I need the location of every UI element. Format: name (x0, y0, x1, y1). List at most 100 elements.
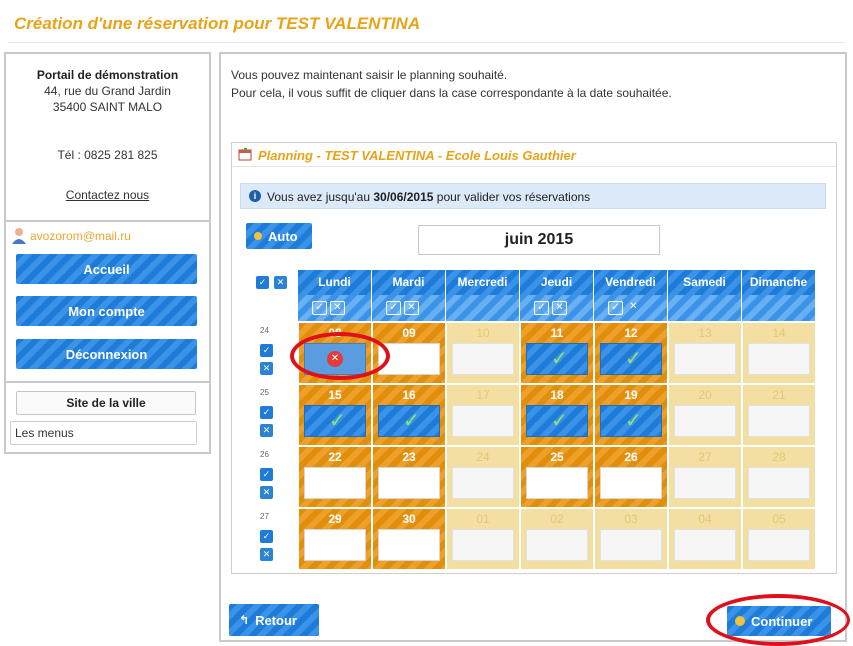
day-column-controls-2 (446, 295, 520, 321)
continue-dot-icon (735, 616, 745, 626)
week-controls: 25 ✓ ✕ (246, 384, 298, 446)
week-number: 27 (260, 512, 269, 521)
calendar-icon (238, 148, 252, 161)
day-cell: 22 (298, 446, 372, 508)
auto-button[interactable]: Auto (246, 223, 312, 249)
reservation-slot[interactable] (378, 467, 440, 499)
planning-title: Planning - TEST VALENTINA - Ecole Louis … (258, 148, 576, 163)
reservation-slot[interactable]: ✓ (526, 405, 588, 437)
day-cell: 26 (594, 446, 668, 508)
day-column-controls-6 (742, 295, 816, 321)
day-cell: 25 (520, 446, 594, 508)
day-number: 29 (328, 512, 342, 526)
week-controls: 27 ✓ ✕ (246, 508, 298, 570)
info-prefix: Vous avez jusqu'au (267, 190, 374, 204)
reserved-check-icon: ✓ (625, 348, 642, 370)
cancelled-x-icon: ✕ (327, 351, 343, 367)
day-header-6: Dimanche (742, 270, 816, 295)
portal-phone: Tél : 0825 281 825 (57, 148, 158, 162)
menus-link[interactable]: Les menus (10, 421, 197, 445)
week-controls: 26 ✓ ✕ (246, 446, 298, 508)
unavailable-slot (674, 405, 736, 437)
week-number: 24 (260, 326, 269, 335)
column-deselect-icon[interactable]: ✕ (404, 301, 419, 315)
reservation-slot[interactable] (378, 343, 440, 375)
reservation-slot[interactable] (378, 529, 440, 561)
column-select-icon[interactable]: ✓ (386, 301, 401, 315)
reservation-slot[interactable]: ✓ (304, 405, 366, 437)
reservation-slot[interactable]: ✓ (526, 343, 588, 375)
week-deselect-icon[interactable]: ✕ (260, 424, 273, 437)
week-deselect-icon[interactable]: ✕ (260, 362, 273, 375)
day-cell: 30 (372, 508, 446, 570)
day-cell: 23 (372, 446, 446, 508)
mon-compte-button[interactable]: Mon compte (16, 296, 197, 326)
week-deselect-icon[interactable]: ✕ (260, 486, 273, 499)
day-cell: 09 (372, 322, 446, 384)
week-select-icon[interactable]: ✓ (260, 468, 273, 481)
day-cell: 27 (668, 446, 742, 508)
day-number: 19 (624, 388, 638, 402)
reserved-check-icon: ✓ (403, 410, 420, 432)
accueil-button[interactable]: Accueil (16, 254, 197, 284)
reservation-slot[interactable]: ✓ (378, 405, 440, 437)
reservation-slot[interactable]: ✕ (304, 343, 366, 375)
reservation-slot[interactable] (304, 529, 366, 561)
reserved-check-icon: ✓ (551, 410, 568, 432)
auto-label: Auto (268, 228, 298, 244)
day-cell: 24 (446, 446, 520, 508)
column-deselect-icon[interactable]: ✕ (552, 301, 567, 315)
select-all-check-icon[interactable]: ✓ (256, 276, 269, 289)
day-cell: 01 (446, 508, 520, 570)
week-select-icon[interactable]: ✓ (260, 344, 273, 357)
day-header-1: Mardi (372, 270, 446, 295)
contact-link[interactable]: Contactez nous (6, 188, 209, 202)
day-column-controls-3: ✓ ✕ (520, 295, 594, 321)
day-number: 18 (550, 388, 564, 402)
unavailable-slot (748, 467, 810, 499)
continuer-label: Continuer (751, 613, 813, 629)
reservation-slot[interactable] (526, 467, 588, 499)
day-cell: 05 (742, 508, 816, 570)
day-number: 27 (698, 450, 712, 464)
column-select-icon[interactable]: ✓ (312, 301, 327, 315)
day-cell: 19 ✓ (594, 384, 668, 446)
reservation-slot[interactable] (600, 467, 662, 499)
external-links: Site de la ville Les menus (6, 381, 209, 452)
reservation-slot[interactable]: ✓ (600, 343, 662, 375)
unavailable-slot (526, 529, 588, 561)
week-deselect-icon[interactable]: ✕ (260, 548, 273, 561)
unavailable-slot (452, 467, 514, 499)
unavailable-slot (452, 529, 514, 561)
day-number: 11 (550, 326, 564, 340)
week-select-icon[interactable]: ✓ (260, 530, 273, 543)
column-deselect-icon[interactable]: ✕ (330, 301, 345, 315)
retour-button[interactable]: ↰ Retour (229, 604, 319, 636)
day-number: 23 (402, 450, 416, 464)
user-avatar-icon (12, 228, 26, 244)
day-cell: 12 ✓ (594, 322, 668, 384)
unavailable-slot (452, 405, 514, 437)
select-all-controls: ✓ ✕ (246, 270, 298, 322)
day-cell: 10 (446, 322, 520, 384)
user-row: avozorom@mail.ru (8, 226, 207, 246)
continuer-button[interactable]: Continuer (727, 606, 831, 636)
day-cell: 16 ✓ (372, 384, 446, 446)
day-number: 09 (402, 326, 416, 340)
column-select-icon[interactable]: ✓ (608, 301, 623, 315)
main-content: Vous pouvez maintenant saisir le plannin… (219, 52, 847, 642)
day-number: 17 (476, 388, 490, 402)
reservation-slot[interactable]: ✓ (600, 405, 662, 437)
planning-panel: Planning - TEST VALENTINA - Ecole Louis … (231, 142, 837, 574)
week-select-icon[interactable]: ✓ (260, 406, 273, 419)
day-header-3: Jeudi (520, 270, 594, 295)
column-select-icon[interactable]: ✓ (534, 301, 549, 315)
reservation-slot[interactable] (304, 467, 366, 499)
deselect-all-icon[interactable]: ✕ (274, 276, 287, 289)
day-number: 22 (328, 450, 342, 464)
day-cell: 14 (742, 322, 816, 384)
left-sidebar: Portail de démonstration 44, rue du Gran… (4, 52, 211, 454)
deconnexion-button[interactable]: Déconnexion (16, 339, 197, 369)
site-ville-button[interactable]: Site de la ville (16, 391, 196, 415)
column-deselect-icon[interactable]: ✕ (626, 301, 641, 315)
